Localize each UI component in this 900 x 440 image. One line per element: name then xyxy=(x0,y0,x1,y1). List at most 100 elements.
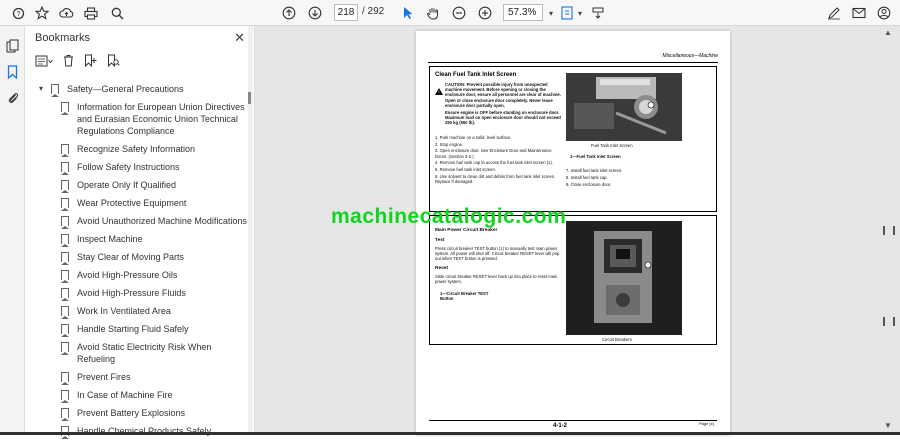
caution-block: ! CAUTION: Prevent possible injury from … xyxy=(435,82,561,126)
page-number-label: 4-1-2 xyxy=(553,423,568,429)
step-item: 3. Open enclosure door. See Enclosure Do… xyxy=(435,148,552,159)
section-title: Clean Fuel Tank Inlet Screen xyxy=(435,72,517,78)
bookmark-item[interactable]: Follow Safety Instructions xyxy=(25,158,247,176)
panel-scroll-thumb[interactable] xyxy=(248,92,251,104)
step-list-right: 7. Install fuel tank inlet screen. 8. In… xyxy=(566,168,706,188)
bookmark-label: Operate Only If Qualified xyxy=(77,180,177,190)
bookmark-icon xyxy=(61,306,69,319)
cloud-upload-icon[interactable] xyxy=(56,3,76,23)
star-icon[interactable] xyxy=(32,3,52,23)
user-account-icon[interactable] xyxy=(874,3,894,23)
test-heading: Test xyxy=(435,238,445,243)
bookmark-item[interactable]: Wear Protective Equipment xyxy=(25,194,247,212)
page-down-icon[interactable] xyxy=(305,3,325,23)
fit-dropdown-chevron-icon[interactable]: ▾ xyxy=(570,3,590,23)
bookmark-icon xyxy=(61,216,69,229)
bookmark-icon xyxy=(61,270,69,283)
page-number-input[interactable]: 218 xyxy=(334,4,358,21)
bookmark-item[interactable]: Avoid High-Pressure Fluids xyxy=(25,284,247,302)
page-total: / 292 xyxy=(362,6,385,17)
step-item: 5. Remove fuel tank inlet screen. xyxy=(435,167,496,173)
circuit-breaker-section: Main Power Circuit Breaker Test Press ci… xyxy=(429,215,717,345)
bookmark-label: Information for European Union Directive… xyxy=(77,102,245,136)
panel-scrollbar[interactable] xyxy=(248,26,253,435)
zoom-out-icon[interactable] xyxy=(449,3,469,23)
footer-rule xyxy=(429,420,717,421)
bookmark-item[interactable]: Information for European Union Directive… xyxy=(25,98,247,140)
scroll-up-arrow-icon[interactable]: ▲ xyxy=(884,28,892,37)
bookmark-label: Handle Chemical Products Safely xyxy=(77,426,212,436)
bookmark-icon xyxy=(61,144,69,157)
chevron-down-icon[interactable]: ▾ xyxy=(39,83,49,95)
step-item: 2. Stop engine. xyxy=(435,141,464,147)
zoom-in-icon[interactable] xyxy=(475,3,495,23)
scroll-down-arrow-icon[interactable]: ▼ xyxy=(884,421,892,430)
bookmark-item[interactable]: Handle Starting Fluid Safely xyxy=(25,320,247,338)
bookmark-icon xyxy=(61,234,69,247)
bookmark-item[interactable]: Avoid Static Electricity Risk When Refue… xyxy=(25,338,247,368)
bookmark-label: Follow Safety Instructions xyxy=(77,162,180,172)
bookmark-item[interactable]: Prevent Battery Explosions xyxy=(25,404,247,422)
svg-text:!: ! xyxy=(438,90,439,95)
scroll-thumb-top[interactable] xyxy=(883,226,895,235)
close-icon[interactable]: ✕ xyxy=(234,30,245,46)
fuel-tank-photo xyxy=(566,73,682,141)
photo-legend: 1—Fuel Tank Inlet Screen xyxy=(570,154,621,159)
step-item: 9. Close enclosure door. xyxy=(566,182,612,188)
bookmark-item[interactable]: Operate Only If Qualified xyxy=(25,176,247,194)
page-up-icon[interactable] xyxy=(279,3,299,23)
main-toolbar: ? 218 / 292 57.3% ▾ ▾ xyxy=(0,0,900,26)
bookmark-label: Work In Ventilated Area xyxy=(77,306,171,316)
bookmark-item[interactable]: ▾ Safety—General Precautions xyxy=(25,80,247,98)
attachments-icon[interactable] xyxy=(4,89,21,106)
find-bookmark-icon[interactable] xyxy=(107,54,120,72)
bookmark-panel-icon[interactable] xyxy=(4,63,21,80)
document-viewer: Miscellaneous—Machine Clean Fuel Tank In… xyxy=(255,26,900,435)
bookmark-label: Prevent Battery Explosions xyxy=(77,408,186,418)
email-icon[interactable] xyxy=(849,3,869,23)
zoom-level-input[interactable]: 57.3% xyxy=(503,4,543,21)
bookmark-item[interactable]: Recognize Safety Information xyxy=(25,140,247,158)
home-icon[interactable]: ? xyxy=(8,3,28,23)
select-cursor-icon[interactable] xyxy=(398,3,418,23)
bookmark-icon xyxy=(61,252,69,265)
new-bookmark-icon[interactable] xyxy=(84,54,97,72)
reset-text: Slide circuit breaker RESET lever back u… xyxy=(435,274,558,285)
document-scrollbar[interactable]: ▲ ▼ xyxy=(880,26,900,435)
hand-tool-icon[interactable] xyxy=(423,3,443,23)
bookmark-tools xyxy=(35,54,120,72)
scroll-mode-icon[interactable] xyxy=(588,3,608,23)
bookmark-item[interactable]: Work In Ventilated Area xyxy=(25,302,247,320)
page-thumbnails-icon[interactable] xyxy=(4,37,21,54)
bookmark-label: Safety—General Precautions xyxy=(67,84,184,94)
bookmark-item[interactable]: Prevent Fires xyxy=(25,368,247,386)
footer-page-ref: Page [x] xyxy=(699,421,714,426)
step-list: 1. Park machine on a solid, level surfac… xyxy=(435,135,561,184)
search-icon[interactable] xyxy=(107,3,127,23)
bookmark-item[interactable]: Inspect Machine xyxy=(25,230,247,248)
step-item: 6. Use solvent to clean dirt and debris … xyxy=(435,173,556,184)
step-item: 7. Install fuel tank inlet screen. xyxy=(566,168,623,173)
bookmark-label: In Case of Machine Fire xyxy=(77,390,173,400)
scroll-thumb-bottom[interactable] xyxy=(883,317,895,326)
bookmark-icon xyxy=(61,198,69,211)
bookmarks-panel: Bookmarks ✕ ▾ Safety—General Precautions… xyxy=(25,26,255,439)
caution-text-2: Ensure engine is OFF before standing on … xyxy=(445,110,561,126)
bookmark-label: Handle Starting Fluid Safely xyxy=(77,324,189,334)
fuel-tank-section: Clean Fuel Tank Inlet Screen ! CAUTION: … xyxy=(429,66,717,212)
print-icon[interactable] xyxy=(81,3,101,23)
panel-title: Bookmarks xyxy=(35,32,91,44)
bookmark-item[interactable]: In Case of Machine Fire xyxy=(25,386,247,404)
svg-text:?: ? xyxy=(16,11,20,18)
bookmark-item[interactable]: Handle Chemical Products Safely xyxy=(25,422,247,440)
bookmark-label: Recognize Safety Information xyxy=(77,144,196,154)
bookmark-item[interactable]: Avoid Unauthorized Machine Modifications xyxy=(25,212,247,230)
options-menu-icon[interactable] xyxy=(35,54,53,72)
sign-pen-icon[interactable] xyxy=(824,3,844,23)
bookmark-icon xyxy=(61,342,69,355)
document-page: Miscellaneous—Machine Clean Fuel Tank In… xyxy=(416,31,730,435)
bookmark-item[interactable]: Avoid High-Pressure Oils xyxy=(25,266,247,284)
delete-bookmark-icon[interactable] xyxy=(63,54,74,72)
bookmark-item[interactable]: Stay Clear of Moving Parts xyxy=(25,248,247,266)
bookmark-icon xyxy=(61,180,69,193)
